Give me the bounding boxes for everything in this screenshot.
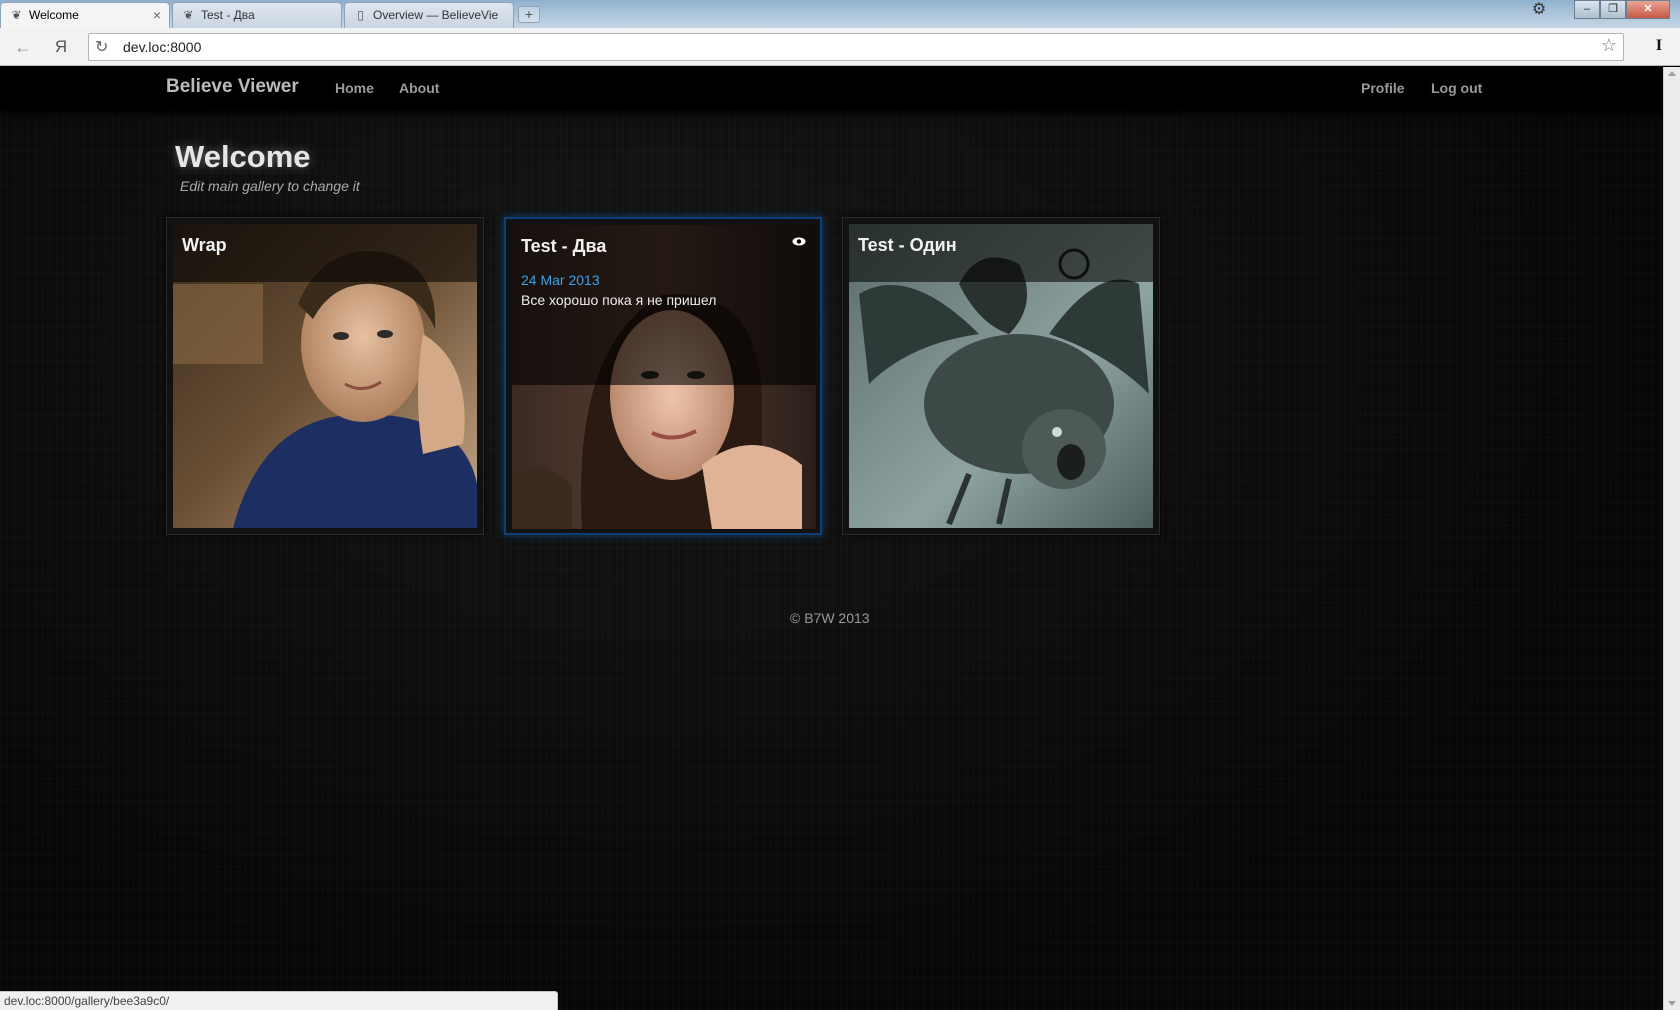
restore-button[interactable]: ❐ [1600, 0, 1626, 19]
tab-test-dva[interactable]: ❦ Test - Два [172, 2, 342, 28]
gallery-card-test-dva[interactable]: Test - Два 24 Мar 2013 Все хорошо пока я… [504, 217, 822, 535]
gallery-title[interactable]: Test - Два [521, 236, 606, 257]
card-header: Wrap [173, 224, 477, 282]
gallery-title[interactable]: Test - Один [858, 235, 957, 256]
footer-copyright: © B7W 2013 [790, 610, 870, 626]
bookmark-star-icon[interactable]: ☆ [1601, 35, 1617, 56]
tab-welcome[interactable]: ❦ Welcome × [0, 2, 170, 28]
gallery-card-wrap[interactable]: Wrap [166, 217, 484, 535]
close-window-button[interactable]: ✕ [1626, 0, 1670, 19]
page-subtitle: Edit main gallery to change it [180, 178, 360, 194]
site-favicon-icon: ❦ [183, 8, 194, 22]
nav-logout[interactable]: Log out [1431, 80, 1482, 96]
close-tab-icon[interactable]: × [153, 3, 161, 27]
page-viewport: Believe Viewer Home About Profile Log ou… [0, 67, 1663, 1010]
scroll-down-arrow-icon[interactable] [1668, 1001, 1676, 1006]
gallery-thumbnail[interactable]: Wrap [173, 224, 477, 528]
page-title: Welcome [175, 139, 311, 174]
extension-button[interactable]: I [1650, 37, 1668, 57]
site-favicon-icon: ❦ [11, 8, 22, 22]
gallery-thumbnail[interactable]: Test - Два 24 Мar 2013 Все хорошо пока я… [512, 225, 816, 529]
new-tab-button[interactable]: + [518, 6, 540, 23]
site-navbar: Believe Viewer Home About Profile Log ou… [0, 67, 1663, 111]
browser-toolbar: ← Я ↻ dev.loc:8000 ☆ I [0, 28, 1680, 66]
minimize-button[interactable]: – [1574, 0, 1600, 19]
card-header: Test - Один [849, 224, 1153, 282]
reload-icon[interactable]: ↻ [95, 37, 108, 57]
tab-strip: ❦ Welcome × ❦ Test - Два ▯ Overview — Be… [0, 0, 1680, 28]
page-icon: ▯ [357, 8, 364, 22]
nav-home[interactable]: Home [335, 80, 374, 96]
back-arrow-icon[interactable]: ← [11, 36, 35, 58]
tab-label: Overview — BelieveVie [373, 8, 499, 22]
yandex-button[interactable]: Я [49, 36, 73, 58]
gallery-title[interactable]: Wrap [182, 235, 227, 256]
nav-about[interactable]: About [399, 80, 439, 96]
settings-gear-icon[interactable]: ⚙ [1524, 0, 1554, 19]
nav-profile[interactable]: Profile [1361, 80, 1405, 96]
address-url[interactable]: dev.loc:8000 [123, 34, 201, 60]
tab-label: Welcome [29, 8, 79, 22]
gallery-date: 24 Мar 2013 [521, 272, 600, 288]
brand-logo[interactable]: Believe Viewer [166, 76, 299, 98]
gallery-card-test-odin[interactable]: Test - Один [842, 217, 1160, 535]
tab-label: Test - Два [201, 8, 255, 22]
vertical-scrollbar[interactable] [1663, 67, 1680, 1010]
gallery-thumbnail[interactable]: Test - Один [849, 224, 1153, 528]
gallery-description: Все хорошо пока я не пришел [521, 292, 717, 308]
tab-overview[interactable]: ▯ Overview — BelieveVie [344, 2, 514, 28]
address-bar[interactable]: ↻ dev.loc:8000 ☆ [88, 33, 1624, 61]
scroll-up-arrow-icon[interactable] [1668, 71, 1676, 76]
status-bar-url: dev.loc:8000/gallery/bee3a9c0/ [0, 991, 558, 1010]
eye-icon[interactable] [792, 237, 806, 246]
